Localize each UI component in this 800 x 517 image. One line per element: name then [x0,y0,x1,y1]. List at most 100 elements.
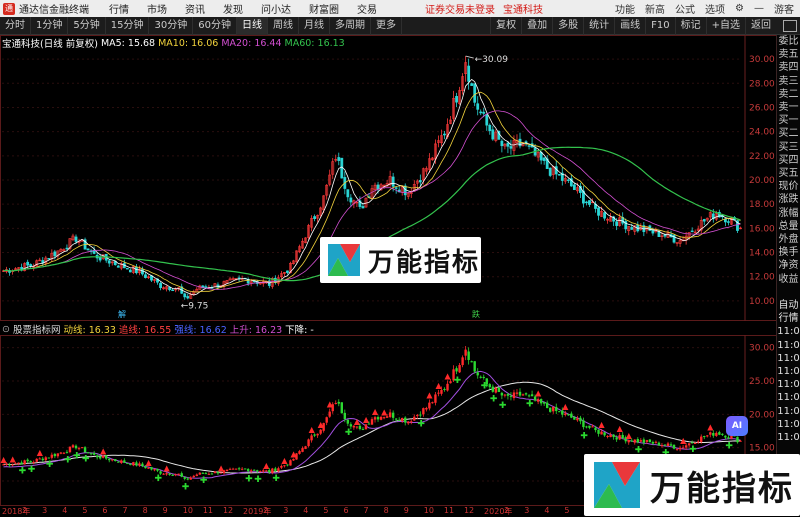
indicator-bar [111,459,114,461]
btn-draw[interactable]: 画线 [614,16,645,35]
candle-body [128,269,132,273]
candle-body [346,189,350,198]
indicator-bar [95,455,99,458]
panel-label-21[interactable]: 行情 [777,312,800,325]
login-warning[interactable]: 证券交易未登录 [425,1,495,16]
indicator-bar [476,372,479,376]
tab-period-2[interactable]: 5分钟 [68,16,106,35]
signal-down-mark: ✚ [245,475,253,485]
indicator-icon[interactable]: ⊙ [2,324,10,335]
indicator-tick-label: 25.00 [749,377,775,387]
indicator-line-1: 动线: 16.33 [63,325,116,336]
tab-period-7[interactable]: 周线 [268,16,299,35]
panel-label-8: 买三 [778,141,799,153]
btn-add-watch[interactable]: +自选 [705,16,745,35]
indicator-bar [101,455,105,458]
btn-multi[interactable]: 多股 [552,16,583,35]
signal-down-mark: ✚ [46,460,54,470]
indicator-bar [419,414,422,416]
indicator-bar [385,416,389,418]
menu-trade[interactable]: 交易 [357,1,377,16]
indicator-bar [337,401,340,404]
menu-quotes[interactable]: 行情 [109,1,129,16]
menu-function[interactable]: 功能 [615,1,635,16]
tab-period-4[interactable]: 30分钟 [149,16,194,35]
btn-mark[interactable]: 标记 [674,16,706,35]
menu-options[interactable]: 选项 [705,1,725,16]
indicator-bar [612,434,615,438]
candle-body [702,219,706,222]
candle-body [615,221,619,226]
indicator-bar [256,470,259,472]
btn-overlay[interactable]: 叠加 [521,16,552,35]
indicator-bar [621,434,624,439]
panel-label-7: 买二 [778,128,799,140]
indicator-bar [283,465,286,467]
signal-up-arrow: ▲ [281,456,288,465]
user-guest[interactable]: 游客 [774,1,794,16]
price-tick-label: 20.00 [749,176,775,186]
window-toggle-icon[interactable] [783,20,797,32]
signal-down-mark: ✚ [526,399,534,409]
signal-down-mark: ✚ [725,441,733,451]
tab-period-6[interactable]: 日线 [236,16,268,35]
ai-assistant-button[interactable]: AI [726,416,748,436]
btn-back[interactable]: 返回 [745,16,776,35]
indicator-bar [165,473,168,475]
period-toolbar: 分时 1分钟 5分钟 15分钟 30分钟 60分钟 日线 周线 月线 多周期 更… [0,16,800,35]
tab-period-5[interactable]: 60分钟 [193,16,237,35]
tab-period-9[interactable]: 多周期 [330,16,371,35]
time-axis-label: 4 [62,506,68,515]
candle-body [74,236,78,242]
indicator-bar [349,424,353,427]
menu-wealth[interactable]: 财富圈 [309,1,339,16]
btn-stats[interactable]: 统计 [583,16,614,35]
indicator-bar [407,421,410,424]
panel-label-6: 买一 [778,115,799,127]
tab-period-3[interactable]: 15分钟 [106,16,150,35]
menu-discover[interactable]: 发现 [223,1,243,16]
indicator-bar [654,441,658,443]
signal-up-arrow: ▲ [426,390,433,399]
time-axis-label: 12 [463,506,475,515]
panel-label-27: 11:0 [777,392,800,404]
candle-body [572,184,576,191]
candle-body [53,251,57,257]
indicator-bar [277,468,280,472]
menu-news[interactable]: 资讯 [185,1,205,16]
btn-f10[interactable]: F10 [645,16,674,35]
indicator-bar [38,458,41,460]
indicator-bar [524,393,528,395]
menu-new-high[interactable]: 新高 [645,1,665,16]
signal-down-mark: ✚ [580,432,588,442]
tab-period-0[interactable]: 分时 [0,16,31,35]
indicator-bar [189,477,192,480]
indicator-bar [26,459,29,462]
minimize-icon[interactable]: — [754,3,764,14]
candle-body [47,258,51,260]
indicator-bar [428,402,431,409]
indicator-bar [470,361,473,363]
indicator-bar [660,445,664,447]
indicator-bar [627,439,630,443]
settings-icon[interactable]: ⚙ [735,3,744,14]
tab-period-10[interactable]: 更多 [371,16,402,35]
btn-adjust[interactable]: 复权 [490,16,521,35]
menu-formula[interactable]: 公式 [675,1,695,16]
event-marker-1[interactable]: 解 [118,309,126,319]
indicator-bar [672,444,676,449]
tab-period-1[interactable]: 1分钟 [31,16,69,35]
candle-body [29,264,33,267]
indicator-bar [138,463,141,466]
menu-ask[interactable]: 问小达 [261,1,291,16]
indicator-bar [536,399,540,402]
candle-body [107,260,111,264]
indicator-bar [343,412,347,420]
menu-market[interactable]: 市场 [147,1,167,16]
indicator-bar [292,458,295,461]
tab-period-8[interactable]: 月线 [299,16,330,35]
indicator-bar [207,473,211,475]
candle-body [630,227,634,230]
event-marker-2[interactable]: 跌 [472,309,480,319]
panel-label-20[interactable]: 自动 [777,299,800,312]
